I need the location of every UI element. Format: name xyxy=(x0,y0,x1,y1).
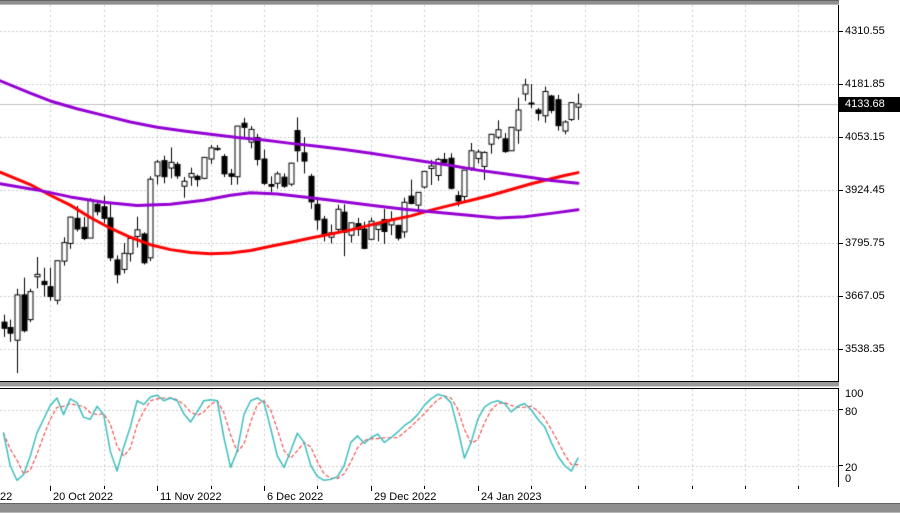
date-axis-label: 29 Dec 2022 xyxy=(374,491,437,503)
date-axis-tick xyxy=(798,486,799,489)
price-axis-tick xyxy=(839,84,843,85)
price-axis-label: 4181.85 xyxy=(845,78,885,90)
date-axis-tick xyxy=(104,486,105,489)
main-chart-panel xyxy=(0,5,839,382)
date-axis[interactable]: 20 Oct 2022 11 Nov 2022 6 Dec 2022 29 Dec 2… xyxy=(0,486,838,503)
date-axis-tick xyxy=(157,486,158,491)
price-axis-tick xyxy=(839,243,843,244)
date-axis-tick xyxy=(211,486,212,489)
date-axis-tick xyxy=(317,486,318,489)
date-axis-tick xyxy=(531,486,532,489)
stoch-axis-label: 0 xyxy=(845,473,852,485)
date-axis-tick xyxy=(50,486,51,491)
stoch-axis-tick xyxy=(839,465,843,466)
chart-window: 4133.68 4310.55 4181.85 4053.15 3924.45 3795… xyxy=(0,0,900,513)
price-axis-label: 3795.75 xyxy=(845,237,885,249)
price-axis-tick xyxy=(839,31,843,32)
price-axis-label: 3924.45 xyxy=(845,184,885,196)
date-axis-tick xyxy=(478,486,479,491)
date-axis-label: 24 Jan 2023 xyxy=(481,491,542,503)
candlestick-chart-canvas[interactable] xyxy=(0,5,838,381)
price-axis-tick xyxy=(839,296,843,297)
stochastic-chart-canvas[interactable] xyxy=(0,389,838,486)
date-axis-tick xyxy=(585,486,586,489)
date-axis-tick xyxy=(745,486,746,489)
current-price-badge: 4133.68 xyxy=(839,97,900,112)
date-axis-label: 6 Dec 2022 xyxy=(267,491,324,503)
stoch-axis-label: 80 xyxy=(845,406,858,418)
stoch-axis-tick xyxy=(839,409,843,410)
date-axis-label: 11 Nov 2022 xyxy=(160,491,222,503)
date-axis-label-partial: 22 xyxy=(0,491,13,503)
price-axis-label: 4310.55 xyxy=(845,25,885,37)
date-axis-tick xyxy=(638,486,639,489)
price-axis-label: 3667.05 xyxy=(845,290,885,302)
price-axis-tick xyxy=(839,190,843,191)
date-axis-tick xyxy=(692,486,693,489)
date-axis-label: 20 Oct 2022 xyxy=(53,491,113,503)
panel-separator[interactable] xyxy=(0,382,900,387)
price-axis-tick xyxy=(839,349,843,350)
date-axis-tick xyxy=(371,486,372,491)
window-bottom-divider xyxy=(0,503,900,513)
date-axis-tick xyxy=(424,486,425,489)
date-axis-tick xyxy=(264,486,265,491)
price-axis[interactable]: 4133.68 4310.55 4181.85 4053.15 3924.45 3795… xyxy=(839,0,900,503)
stoch-axis-label: 100 xyxy=(845,388,864,400)
price-axis-tick xyxy=(839,137,843,138)
price-axis-label: 3538.35 xyxy=(845,343,885,355)
stochastic-panel xyxy=(0,388,839,487)
price-axis-label: 4053.15 xyxy=(845,131,885,143)
